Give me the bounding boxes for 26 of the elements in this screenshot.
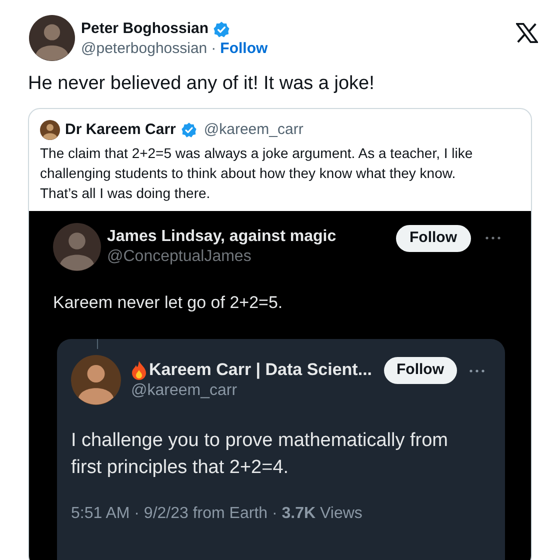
follow-link[interactable]: Follow: [220, 39, 268, 59]
quote-text: The claim that 2+2=5 was always a joke argument. As a teacher, I like challenging students to think about how they know what they know. That’s all I was doing there.: [40, 144, 474, 203]
x-logo-icon[interactable]: [516, 23, 538, 43]
quote-author-handle: @kareem_carr: [204, 120, 304, 140]
quoted-tweet-text: I challenge you to prove mathematically from first principles that 2+2=4.: [71, 429, 450, 480]
avatar-icon: [71, 355, 121, 405]
more-icon[interactable]: [485, 236, 501, 240]
quote-author-name: Dr Kareem Carr: [65, 120, 176, 140]
separator-dot: ·: [211, 39, 216, 59]
screenshot-author-handle: @ConceptualJames: [107, 247, 252, 267]
quoted-author-name: Kareem Carr | Data Scient...: [149, 359, 372, 381]
flame-icon: [131, 360, 147, 380]
author-name: Peter Boghossian: [81, 19, 209, 39]
quoted-author-handle: @kareem_carr: [131, 381, 238, 401]
more-icon[interactable]: [469, 369, 485, 373]
screenshot-tweet-text: Kareem never let go of 2+2=5.: [53, 292, 284, 314]
tweet-text: He never believed any of it! It was a joke!: [27, 72, 376, 96]
follow-button[interactable]: Follow: [396, 224, 471, 252]
avatar-icon: [29, 15, 75, 61]
tweet-metadata: 5:51 AM · 9/2/23 from Earth · 3.7K Views: [71, 504, 364, 524]
author-handle: @peterboghossian: [81, 39, 208, 59]
follow-button[interactable]: Follow: [384, 357, 457, 384]
screenshot-author-name: James Lindsay, against magic: [107, 227, 336, 247]
avatar-icon: [53, 223, 101, 271]
avatar-icon: [40, 120, 60, 140]
quote-card[interactable]: [28, 108, 532, 560]
